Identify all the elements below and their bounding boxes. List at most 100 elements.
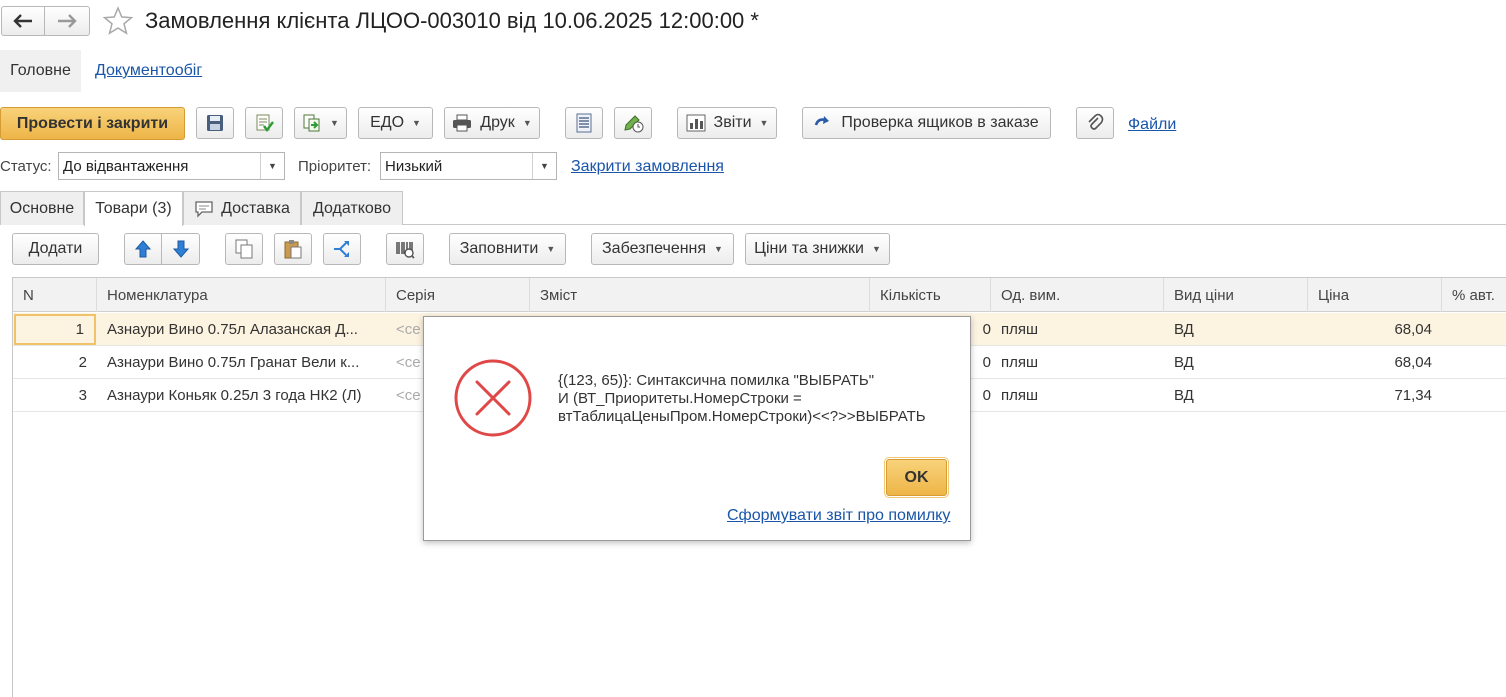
tab-goods[interactable]: Товари (3) (84, 191, 183, 226)
create-based-icon (303, 114, 320, 132)
reports-icon (686, 114, 706, 132)
error-dialog: {(123, 65)}: Синтаксична помилка "ВЫБРАТ… (423, 316, 971, 541)
list-button[interactable] (565, 107, 603, 139)
col-price[interactable]: Ціна (1308, 278, 1442, 312)
nav-main-label: Головне (10, 62, 71, 79)
nav-main-tab[interactable]: Головне (0, 50, 81, 92)
paste-button[interactable] (274, 233, 312, 265)
print-label: Друк (480, 114, 515, 131)
row-unit: пляш (1001, 321, 1039, 338)
post-button[interactable] (245, 107, 283, 139)
priority-field[interactable]: Низький ▼ (380, 152, 557, 180)
back-button[interactable] (1, 6, 45, 36)
col-qty[interactable]: Кількість (870, 278, 991, 312)
check-boxes-label: Проверка ящиков в заказе (841, 114, 1039, 131)
col-auto-discount[interactable]: % авт. (1442, 278, 1506, 312)
row-unit: пляш (1001, 387, 1039, 404)
col-n[interactable]: N (13, 278, 97, 312)
attach-button[interactable] (1076, 107, 1114, 139)
tab-delivery-label: Доставка (221, 199, 290, 217)
row-item: Азнаури Вино 0.75л Алазанская Д... (107, 321, 358, 338)
reports-button[interactable]: Звіти ▼ (677, 107, 777, 139)
save-button[interactable] (196, 107, 234, 139)
col-item[interactable]: Номенклатура (97, 278, 386, 312)
chevron-down-icon: ▼ (714, 244, 723, 254)
row-series: <се (396, 387, 421, 404)
redo-arrow-icon (815, 116, 830, 126)
split-arrows-icon (334, 241, 349, 257)
col-price-type[interactable]: Вид ціни (1164, 278, 1308, 312)
printer-icon (453, 114, 472, 132)
prices-discounts-button[interactable]: Ціни та знижки ▼ (745, 233, 890, 265)
col-unit[interactable]: Од. вим. (991, 278, 1164, 312)
arrow-left-icon (13, 14, 32, 28)
row-item: Азнаури Вино 0.75л Гранат Вели к... (107, 354, 360, 371)
error-report-link[interactable]: Сформувати звіт про помилку (727, 507, 950, 525)
speech-bubble-icon (195, 200, 213, 218)
col-content[interactable]: Зміст (530, 278, 870, 312)
chevron-down-icon[interactable]: ▼ (532, 153, 556, 179)
error-line-2: И (ВТ_Приоритеты.НомерСтроки = (558, 390, 802, 407)
add-label: Додати (28, 240, 83, 257)
row-unit: пляш (1001, 354, 1039, 371)
row-price-type: ВД (1174, 387, 1194, 404)
fill-button[interactable]: Заповнити ▼ (449, 233, 566, 265)
chevron-down-icon: ▼ (871, 244, 881, 254)
split-row-button[interactable] (323, 233, 361, 265)
row-item: Азнаури Коньяк 0.25л 3 года НК2 (Л) (107, 387, 362, 404)
create-based-on-button[interactable]: ▼ (294, 107, 347, 139)
forward-button[interactable] (44, 6, 90, 36)
prices-discounts-label: Ціни та знижки (754, 240, 864, 257)
close-order-link[interactable]: Закрити замовлення (571, 158, 724, 176)
chevron-down-icon: ▼ (522, 118, 532, 128)
files-link[interactable]: Файли (1128, 116, 1176, 134)
window-title: Замовлення клієнта ЛЦОО-003010 від 10.06… (145, 8, 759, 33)
copy-icon (235, 239, 253, 259)
barcode-button[interactable] (386, 233, 424, 265)
priority-value: Низький (385, 157, 443, 175)
post-and-close-button[interactable]: Провести і закрити (0, 107, 185, 140)
favorite-star-icon[interactable] (103, 6, 133, 36)
paste-icon (284, 240, 302, 259)
status-field[interactable]: До відвантаження ▼ (58, 152, 285, 180)
copy-button[interactable] (225, 233, 263, 265)
reports-label: Звіти (713, 114, 752, 131)
arrow-up-icon (135, 240, 151, 258)
error-line-3: втТаблицаЦеныПром.НомерСтроки)<<?>>ВЫБРА… (558, 408, 926, 425)
error-icon (454, 359, 532, 437)
document-list-icon (576, 113, 592, 133)
supply-button[interactable]: Забезпечення ▼ (591, 233, 734, 265)
priority-label: Пріоритет: (298, 158, 372, 175)
barcode-icon (396, 242, 415, 259)
docflow-link[interactable]: Документообіг (95, 62, 202, 80)
move-down-button[interactable] (161, 233, 200, 265)
chevron-down-icon: ▼ (759, 118, 769, 128)
row-number: 1 (14, 314, 96, 345)
tab-delivery[interactable]: Доставка (183, 191, 301, 225)
post-document-icon (256, 114, 274, 132)
tab-main[interactable]: Основне (0, 191, 84, 225)
tab-main-label: Основне (9, 199, 75, 217)
check-boxes-button[interactable]: Проверка ящиков в заказе (802, 107, 1051, 139)
edo-button[interactable]: ЕДО ▼ (358, 107, 433, 139)
edo-label: ЕДО (370, 114, 405, 131)
print-button[interactable]: Друк ▼ (444, 107, 540, 139)
chevron-down-icon[interactable]: ▼ (260, 153, 284, 179)
row-series: <се (396, 354, 421, 371)
tab-additional[interactable]: Додатково (301, 191, 403, 225)
tab-additional-label: Додатково (312, 199, 392, 217)
row-number: 3 (78, 387, 87, 404)
error-message: {(123, 65)}: Синтаксична помилка "ВЫБРАТ… (558, 372, 926, 426)
ok-button[interactable]: OK (884, 457, 949, 498)
add-button[interactable]: Додати (12, 233, 99, 265)
col-series[interactable]: Серія (386, 278, 530, 312)
row-series: <се (396, 321, 421, 338)
row-price: 71,34 (1394, 387, 1432, 404)
fill-label: Заповнити (459, 240, 539, 257)
arrow-down-icon (172, 240, 189, 258)
edit-history-button[interactable] (614, 107, 652, 139)
post-and-close-label: Провести і закрити (16, 114, 169, 132)
row-price: 68,04 (1394, 354, 1432, 371)
move-up-button[interactable] (124, 233, 162, 265)
error-line-1: {(123, 65)}: Синтаксична помилка "ВЫБРАТ… (558, 372, 875, 389)
